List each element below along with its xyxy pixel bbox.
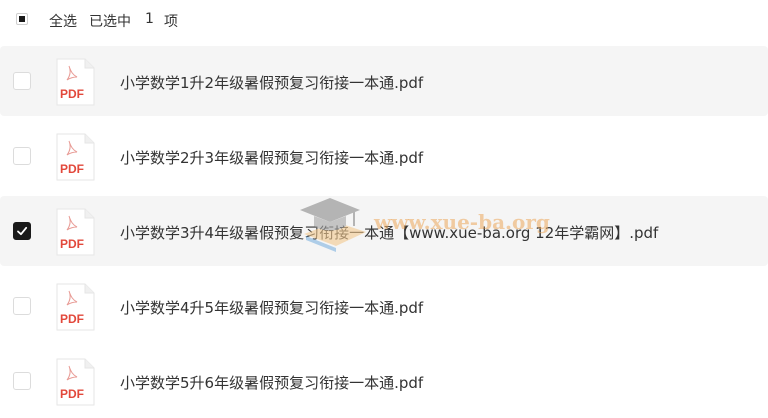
file-list-page: 全选 已选中 1 项 PDF 小学数学1升2年级暑假预复习衔接一本通.pdf P… [0, 0, 768, 418]
pdf-icon-label: PDF [60, 162, 84, 176]
selected-count: 1 [145, 11, 154, 27]
file-name[interactable]: 小学数学2升3年级暑假预复习衔接一本通.pdf [120, 147, 423, 168]
pdf-icon-label: PDF [60, 237, 84, 251]
pdf-icon-label: PDF [60, 87, 84, 101]
pdf-file-icon: PDF [56, 358, 95, 406]
file-checkbox[interactable] [13, 72, 31, 90]
pdf-file-icon: PDF [56, 58, 95, 106]
pdf-file-icon: PDF [56, 133, 95, 181]
file-checkbox[interactable] [13, 372, 31, 390]
pdf-icon-label: PDF [60, 312, 84, 326]
file-row[interactable]: PDF 小学数学5升6年级暑假预复习衔接一本通.pdf [0, 346, 768, 416]
selected-unit: 项 [164, 14, 178, 30]
pdf-file-icon: PDF [56, 208, 95, 256]
pdf-icon-label: PDF [60, 387, 84, 401]
file-list: PDF 小学数学1升2年级暑假预复习衔接一本通.pdf PDF 小学数学2升3年… [0, 46, 768, 418]
select-all-label[interactable]: 全选 [49, 11, 77, 31]
file-row[interactable]: PDF 小学数学2升3年级暑假预复习衔接一本通.pdf [0, 121, 768, 191]
file-checkbox[interactable] [13, 297, 31, 315]
checkmark-icon [17, 226, 28, 236]
file-name[interactable]: 小学数学4升5年级暑假预复习衔接一本通.pdf [120, 297, 423, 318]
selected-prefix-text: 已选中 [89, 14, 131, 30]
file-name[interactable]: 小学数学3升4年级暑假预复习衔接一本通【www.xue-ba.org 12年学霸… [120, 222, 658, 243]
file-row[interactable]: PDF 小学数学4升5年级暑假预复习衔接一本通.pdf [0, 271, 768, 341]
partial-selection-indicator [19, 16, 25, 22]
file-checkbox[interactable] [13, 147, 31, 165]
selection-header: 全选 已选中 1 项 [0, 0, 768, 40]
select-all-checkbox[interactable] [16, 13, 28, 25]
file-checkbox-checked[interactable] [13, 222, 31, 240]
file-name[interactable]: 小学数学5升6年级暑假预复习衔接一本通.pdf [120, 372, 423, 393]
pdf-file-icon: PDF [56, 283, 95, 331]
file-name[interactable]: 小学数学1升2年级暑假预复习衔接一本通.pdf [120, 72, 423, 93]
file-row-selected[interactable]: PDF 小学数学3升4年级暑假预复习衔接一本通【www.xue-ba.org 1… [0, 196, 768, 266]
file-row[interactable]: PDF 小学数学1升2年级暑假预复习衔接一本通.pdf [0, 46, 768, 116]
